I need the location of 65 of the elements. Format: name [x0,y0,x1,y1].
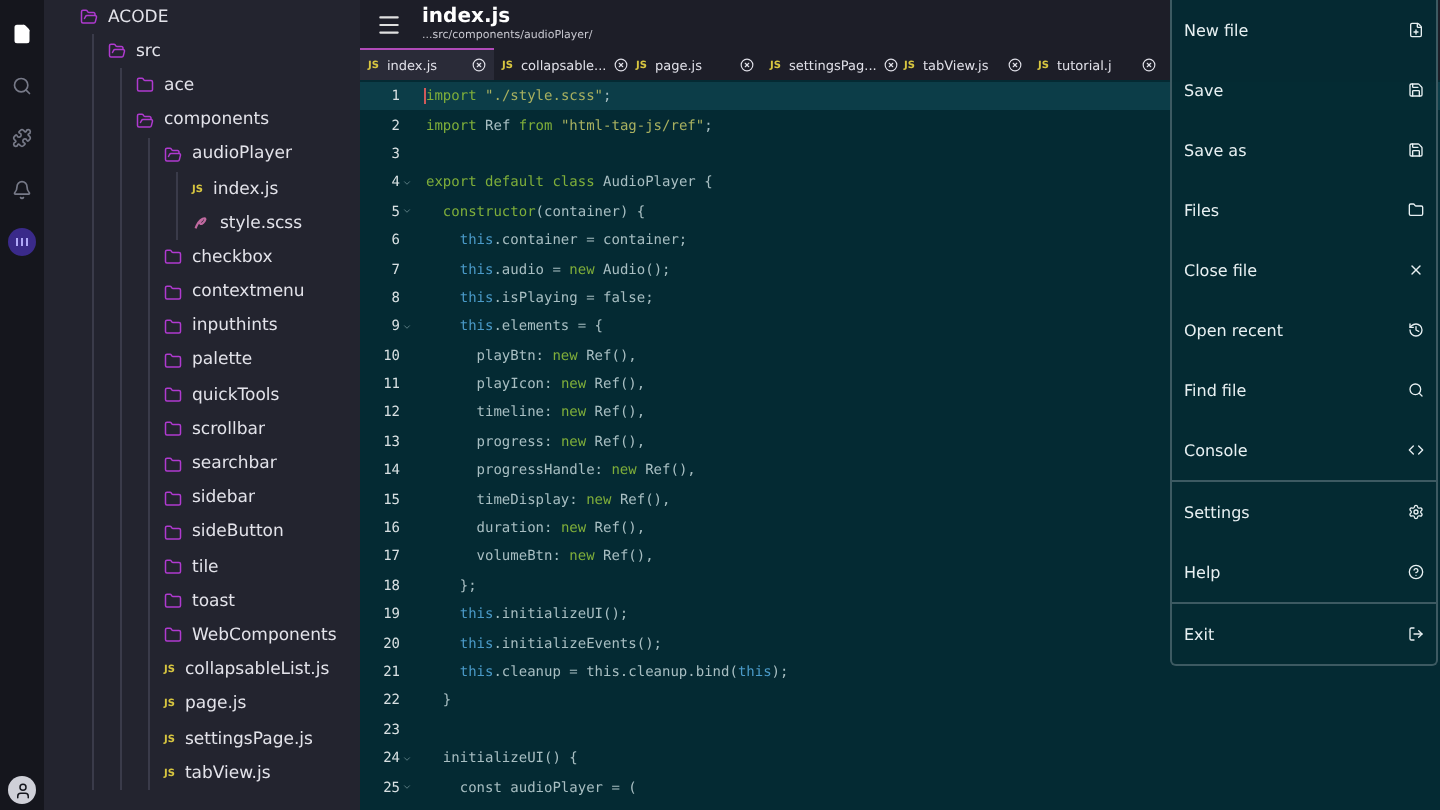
folder-name[interactable]: checkbox [192,247,273,268]
close-tab-button[interactable] [472,58,486,72]
search-icon[interactable] [8,72,36,100]
menu-item[interactable]: Files [1172,180,1436,240]
folder-name[interactable]: tile [192,557,219,578]
folder-name[interactable]: ACODE [108,7,169,28]
save-icon [1408,82,1424,98]
folder-name[interactable]: toast [192,591,236,612]
folder-name[interactable]: scrollbar [192,419,265,440]
code-icon [1408,442,1424,458]
folder-name[interactable]: sideButton [192,522,284,543]
scss-file-icon [192,214,210,233]
menu-item[interactable]: Open recent [1172,300,1436,360]
folder-name[interactable]: contextmenu [192,282,305,303]
close-icon [1408,262,1424,278]
folder-name[interactable]: searchbar [192,454,277,475]
folder-icon [1408,202,1424,218]
bars-button[interactable] [8,228,36,256]
file-name[interactable]: collapsableList.js [184,660,330,681]
file-name[interactable]: tabView.js [184,763,271,784]
search-icon [1408,382,1424,398]
new-file-icon [1408,22,1424,38]
puzzle-icon[interactable] [8,124,36,152]
avatar-icon[interactable] [8,776,36,804]
file-name[interactable]: page.js [184,694,247,715]
menu-item[interactable]: Console [1172,420,1436,480]
close-tab-button[interactable] [1142,58,1156,72]
fold-icon[interactable] [402,782,412,793]
folder-name[interactable]: components [164,110,270,131]
folder-name[interactable]: audioPlayer [192,144,293,165]
menu-button[interactable] [376,11,402,37]
close-tab-button[interactable] [614,58,629,72]
folder-name[interactable]: inputhints [192,316,278,337]
folder-name[interactable]: ace [164,75,195,96]
fold-icon[interactable] [402,206,412,217]
menu-item[interactable]: Exit [1172,604,1436,664]
menu-item[interactable]: Close file [1172,240,1436,300]
menu-item[interactable]: Settings [1172,482,1436,542]
bell-icon[interactable] [8,176,36,204]
close-tab-button[interactable] [1008,58,1022,72]
history-icon [1408,322,1424,338]
fold-icon[interactable] [402,321,412,332]
file-name[interactable]: style.scss [220,213,303,234]
help-icon [1408,564,1424,580]
settings-icon [1408,504,1424,520]
folder-name[interactable]: sidebar [192,488,256,509]
menu-item[interactable]: Find file [1172,360,1436,420]
menu-item[interactable]: Save [1172,60,1436,120]
menu-item[interactable]: Save as [1172,120,1436,180]
bars-icon [14,236,30,248]
close-tab-button[interactable] [740,58,754,72]
close-tab-button[interactable] [884,58,899,72]
folder-name[interactable]: quickTools [192,385,280,406]
fold-icon[interactable] [402,753,412,764]
save-icon [1408,142,1424,158]
folder-name[interactable]: src [136,41,161,62]
menu-item[interactable]: Help [1172,542,1436,602]
exit-icon [1408,626,1424,642]
file-name[interactable]: index.js [212,179,279,200]
file-name[interactable]: settingsPage.js [184,729,313,750]
fold-icon[interactable] [402,177,412,188]
menu-item[interactable]: New file [1172,0,1436,60]
folder-name[interactable]: palette [192,350,253,371]
folder-name[interactable]: WebComponents [192,625,337,646]
file-title: index.js [422,5,511,27]
